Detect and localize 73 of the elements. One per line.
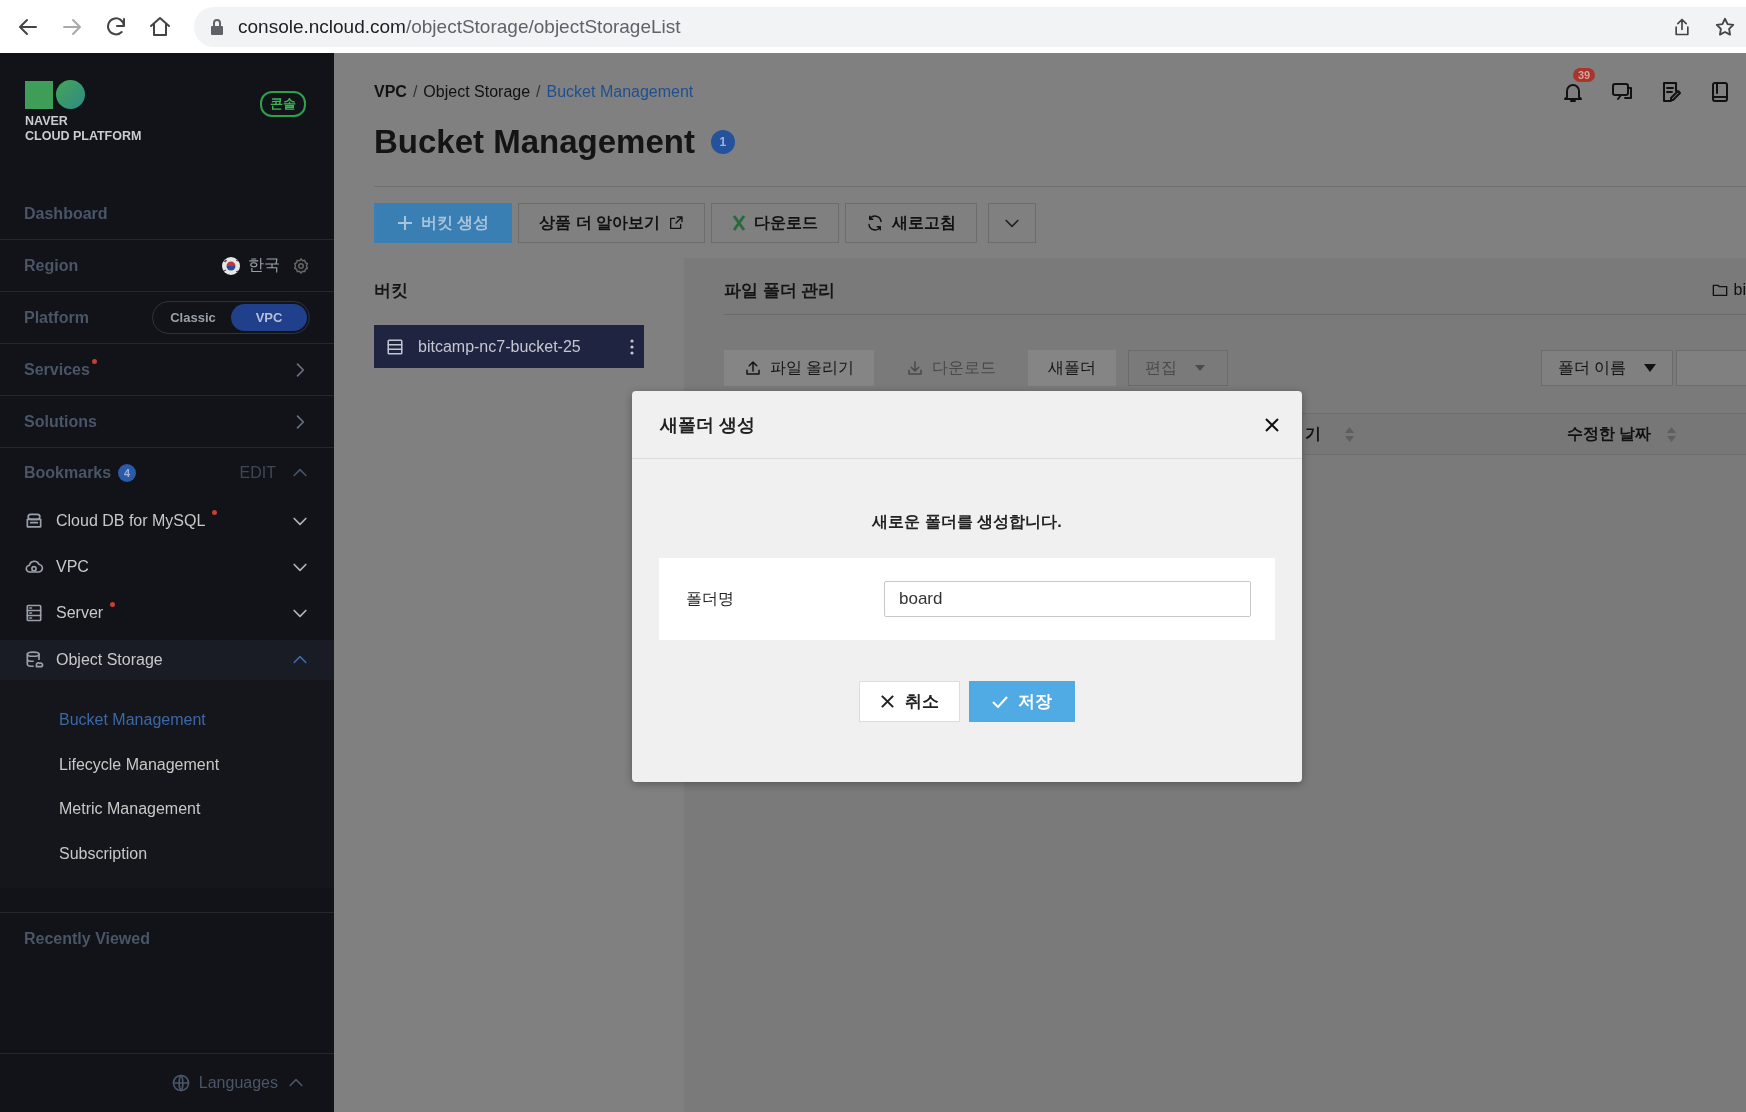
logo-icon (25, 80, 85, 109)
star-icon[interactable] (1714, 15, 1736, 38)
external-link-icon (668, 215, 685, 231)
field-label: 폴더명 (686, 588, 735, 609)
server-icon (386, 337, 404, 356)
close-icon[interactable] (1264, 416, 1280, 433)
bookmarks-label[interactable]: Bookmarks (24, 464, 112, 482)
nav-label[interactable]: Region (24, 256, 79, 275)
database-icon (24, 511, 44, 531)
folder-icon (1711, 283, 1728, 297)
folder-path: bi (1733, 281, 1746, 299)
close-icon (880, 694, 895, 709)
logo-text: NAVER CLOUD PLATFORM (25, 114, 142, 144)
breadcrumb-separator: / (412, 83, 418, 101)
count-badge: 4 (118, 464, 137, 482)
caret-down-icon (1644, 364, 1656, 372)
submenu-item[interactable]: Metric Management (0, 787, 334, 832)
count-badge: 1 (710, 130, 735, 154)
server-icon (24, 603, 44, 623)
nav-label[interactable]: Dashboard (24, 204, 108, 223)
nav-label[interactable]: Platform (24, 308, 89, 327)
settings-icon[interactable] (292, 256, 310, 275)
recently-viewed-label: Recently Viewed (24, 930, 150, 948)
folder-name-field[interactable]: board (884, 581, 1251, 617)
panel-title: 파일 폴더 관리 (724, 279, 836, 302)
bookmark-item[interactable]: VPC (56, 558, 89, 576)
dialog-message: 새로운 폴더를 생성합니다. (871, 512, 1063, 532)
bucket-name: bitcamp-nc7-bucket-25 (418, 337, 582, 356)
url-text[interactable]: console.ncloud.com/objectStorage/objectStorageList (238, 15, 681, 38)
languages-link[interactable]: Languages (198, 1074, 278, 1092)
home-icon[interactable] (148, 14, 172, 39)
submenu-item[interactable]: Bucket Management (0, 698, 334, 743)
breadcrumb-separator: / (536, 83, 541, 101)
nav-label[interactable]: Services (24, 360, 90, 379)
globe-icon[interactable] (170, 1073, 191, 1093)
page-title: Bucket Management (374, 123, 695, 161)
submenu-item[interactable]: Lifecycle Management (0, 742, 334, 787)
toggle-option[interactable]: VPC (231, 304, 307, 331)
upload-button[interactable]: 파일 올리기 (724, 350, 875, 386)
column-header[interactable]: 수정한 날짜 (1567, 423, 1652, 445)
breadcrumb-link[interactable]: VPC (374, 83, 407, 101)
learn-more-button[interactable]: 상품 더 알아보기 (518, 203, 706, 243)
plus-icon (397, 215, 413, 231)
sort-select[interactable]: 폴더 이름 (1540, 350, 1673, 386)
region-value[interactable]: 한국 (248, 255, 280, 276)
storage-icon (24, 650, 44, 670)
refresh-button[interactable]: 새로고침 (845, 203, 978, 243)
submenu-item[interactable]: Subscription (0, 831, 334, 876)
cancel-button[interactable]: 취소 (859, 681, 960, 722)
lock-icon (210, 17, 224, 36)
bookmark-item[interactable]: Object Storage (56, 651, 163, 669)
breadcrumb-link[interactable]: Object Storage (423, 83, 531, 101)
save-button[interactable]: 저장 (969, 681, 1075, 722)
toggle-option[interactable]: Classic (155, 304, 231, 331)
upload-icon (744, 359, 762, 377)
refresh-icon (866, 214, 885, 232)
spreadsheet-icon (732, 215, 747, 231)
new-folder-button[interactable]: 새폴더 (1028, 350, 1117, 386)
count-badge: 39 (1573, 68, 1596, 82)
kebab-icon[interactable] (630, 338, 634, 355)
bookmark-item[interactable]: Cloud DB for MySQL (56, 512, 206, 530)
download-button[interactable]: 다운로드 (711, 203, 840, 243)
console-badge[interactable]: 콘솔 (260, 91, 306, 117)
download-icon (906, 359, 925, 377)
caret-down-icon (1195, 365, 1206, 371)
bucket-item[interactable]: bitcamp-nc7-bucket-25 (374, 325, 644, 368)
dialog-title: 새폴더 생성 (660, 413, 755, 437)
check-icon (992, 695, 1008, 708)
nav-label[interactable]: Solutions (24, 412, 97, 431)
panel-title: 버킷 (374, 279, 409, 302)
bookmark-item[interactable]: Server (56, 604, 104, 622)
column-header[interactable]: 기 (1305, 423, 1321, 445)
flag-icon (222, 256, 240, 275)
